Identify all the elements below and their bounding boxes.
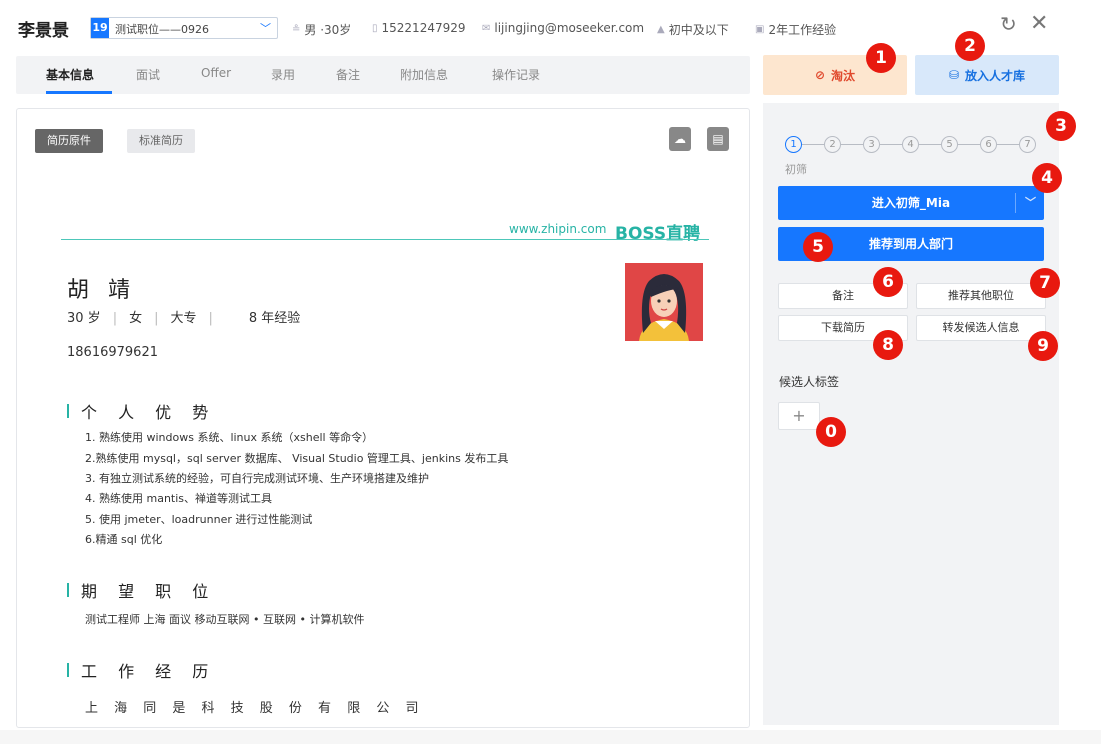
stage-step[interactable]: 1 — [785, 136, 802, 153]
divider — [61, 239, 709, 240]
boss-logo: BOSS直聘 — [615, 224, 701, 244]
advantage-item: 4. 熟练使用 mantis、禅道等测试工具 — [85, 492, 273, 505]
add-tag-button[interactable]: + — [778, 402, 820, 430]
forward-candidate-button[interactable]: 转发候选人信息 — [916, 315, 1046, 341]
tab-notes[interactable]: 备注 — [336, 66, 360, 83]
tab-resume-standard[interactable]: 标准简历 — [127, 129, 195, 153]
stage-step[interactable]: 3 — [863, 136, 880, 153]
stage-step[interactable]: 5 — [941, 136, 958, 153]
advantage-item: 3. 有独立测试系统的经验，可自行完成测试环境、生产环境搭建及维护 — [85, 472, 429, 485]
annotation-badge: 9 — [1028, 331, 1058, 361]
section-advantages-title: 个 人 优 势 — [67, 399, 216, 423]
annotation-badge: 0 — [816, 417, 846, 447]
annotation-badge: 1 — [866, 43, 896, 73]
job-number-badge: 19 — [91, 18, 109, 38]
resume-name: 胡 靖 — [67, 278, 136, 303]
tab-offer[interactable]: Offer — [201, 66, 231, 80]
annotation-badge: 4 — [1032, 163, 1062, 193]
job-title: 测试职位——0926 — [115, 23, 209, 36]
tab-extra-info[interactable]: 附加信息 — [400, 66, 448, 83]
education: ▲ 初中及以下 — [657, 23, 729, 37]
tab-basic-info[interactable]: 基本信息 — [46, 66, 94, 83]
stage-step[interactable]: 7 — [1019, 136, 1036, 153]
annotation-badge: 7 — [1030, 268, 1060, 298]
annotation-badge: 8 — [873, 330, 903, 360]
refresh-icon[interactable]: ↻ — [1000, 14, 1017, 34]
person-icon: ≗ — [292, 24, 301, 35]
company-name: 上 海 同 是 科 技 股 份 有 限 公 司 — [85, 701, 425, 716]
advantage-item: 6.精通 sql 优化 — [85, 533, 163, 546]
recommend-other-job-button[interactable]: 推荐其他职位 — [916, 283, 1046, 309]
close-icon[interactable]: ✕ — [1030, 13, 1048, 35]
phone: ▯ 15221247929 — [372, 21, 466, 35]
tab-operation-log[interactable]: 操作记录 — [492, 66, 540, 83]
chevron-down-icon[interactable]: ﹀ — [1025, 186, 1036, 220]
ban-icon: ⊘ — [814, 68, 826, 82]
stage-step[interactable]: 4 — [902, 136, 919, 153]
candidate-header: 李景景 19 测试职位——0926 ﹀ ≗ 男 ·30岁 ▯ 15221247929… — [0, 0, 1101, 52]
tab-interview[interactable]: 面试 — [136, 66, 160, 83]
pipeline-panel: 1 2 3 4 5 6 7 初筛 进入初筛_Mia ﹀ 推荐到用人部门 备注 推… — [763, 103, 1059, 725]
resume-phone: 18616979621 — [67, 345, 158, 360]
annotation-badge: 5 — [803, 232, 833, 262]
expected-position: 测试工程师 上海 面议 移动互联网 • 互联网 • 计算机软件 — [85, 613, 365, 626]
current-stage-label: 初筛 — [785, 163, 807, 176]
candidate-tags-title: 候选人标签 — [779, 375, 840, 389]
annotation-badge: 2 — [955, 31, 985, 61]
annotation-badge: 3 — [1046, 111, 1076, 141]
email: ✉ lijingjing@moseeker.com — [482, 21, 645, 35]
enter-stage-button[interactable]: 进入初筛_Mia ﹀ — [778, 186, 1044, 220]
chevron-down-icon: ﹀ — [260, 22, 271, 35]
annotation-badge: 6 — [873, 267, 903, 297]
inbox-icon: ⛁ — [948, 68, 960, 82]
mail-icon: ✉ — [482, 22, 491, 34]
detail-tabs: 基本信息 面试 Offer 录用 备注 附加信息 操作记录 — [16, 56, 750, 94]
document-icon[interactable]: ▤ — [707, 127, 729, 151]
briefcase-icon: ▣ — [755, 24, 765, 35]
advantage-item: 5. 使用 jmeter、loadrunner 进行过性能测试 — [85, 513, 313, 526]
advantage-item: 1. 熟练使用 windows 系统、linux 系统（xshell 等命令） — [85, 431, 374, 444]
gender-age: ≗ 男 ·30岁 — [292, 23, 352, 37]
resume-attributes: 30 岁 | 女 | 大专 | 8 年经验 — [67, 311, 301, 326]
phone-icon: ▯ — [372, 22, 378, 34]
stage-step[interactable]: 6 — [980, 136, 997, 153]
graduation-cap-icon: ▲ — [657, 24, 665, 35]
resume-viewer: 简历原件 标准简历 ☁ ▤ www.zhipin.com BOSS直聘 胡 靖 … — [16, 108, 750, 728]
section-work-experience-title: 工 作 经 历 — [67, 658, 216, 682]
section-expected-position-title: 期 望 职 位 — [67, 578, 216, 602]
candidate-name: 李景景 — [18, 21, 69, 41]
job-position-select[interactable]: 19 测试职位——0926 ﹀ — [90, 17, 278, 39]
bottom-strip — [0, 730, 1101, 744]
cloud-download-icon[interactable]: ☁ — [669, 127, 691, 151]
talent-pool-button[interactable]: ⛁ 放入人才库 — [915, 55, 1059, 95]
stage-step[interactable]: 2 — [824, 136, 841, 153]
active-tab-indicator — [46, 91, 112, 94]
source-url: www.zhipin.com — [509, 222, 607, 236]
work-experience: ▣ 2年工作经验 — [755, 23, 837, 37]
advantage-item: 2.熟练使用 mysql，sql server 数据库、 Visual Stud… — [85, 452, 509, 465]
tab-hired[interactable]: 录用 — [271, 66, 295, 83]
avatar — [625, 263, 703, 341]
tab-resume-original[interactable]: 简历原件 — [35, 129, 103, 153]
